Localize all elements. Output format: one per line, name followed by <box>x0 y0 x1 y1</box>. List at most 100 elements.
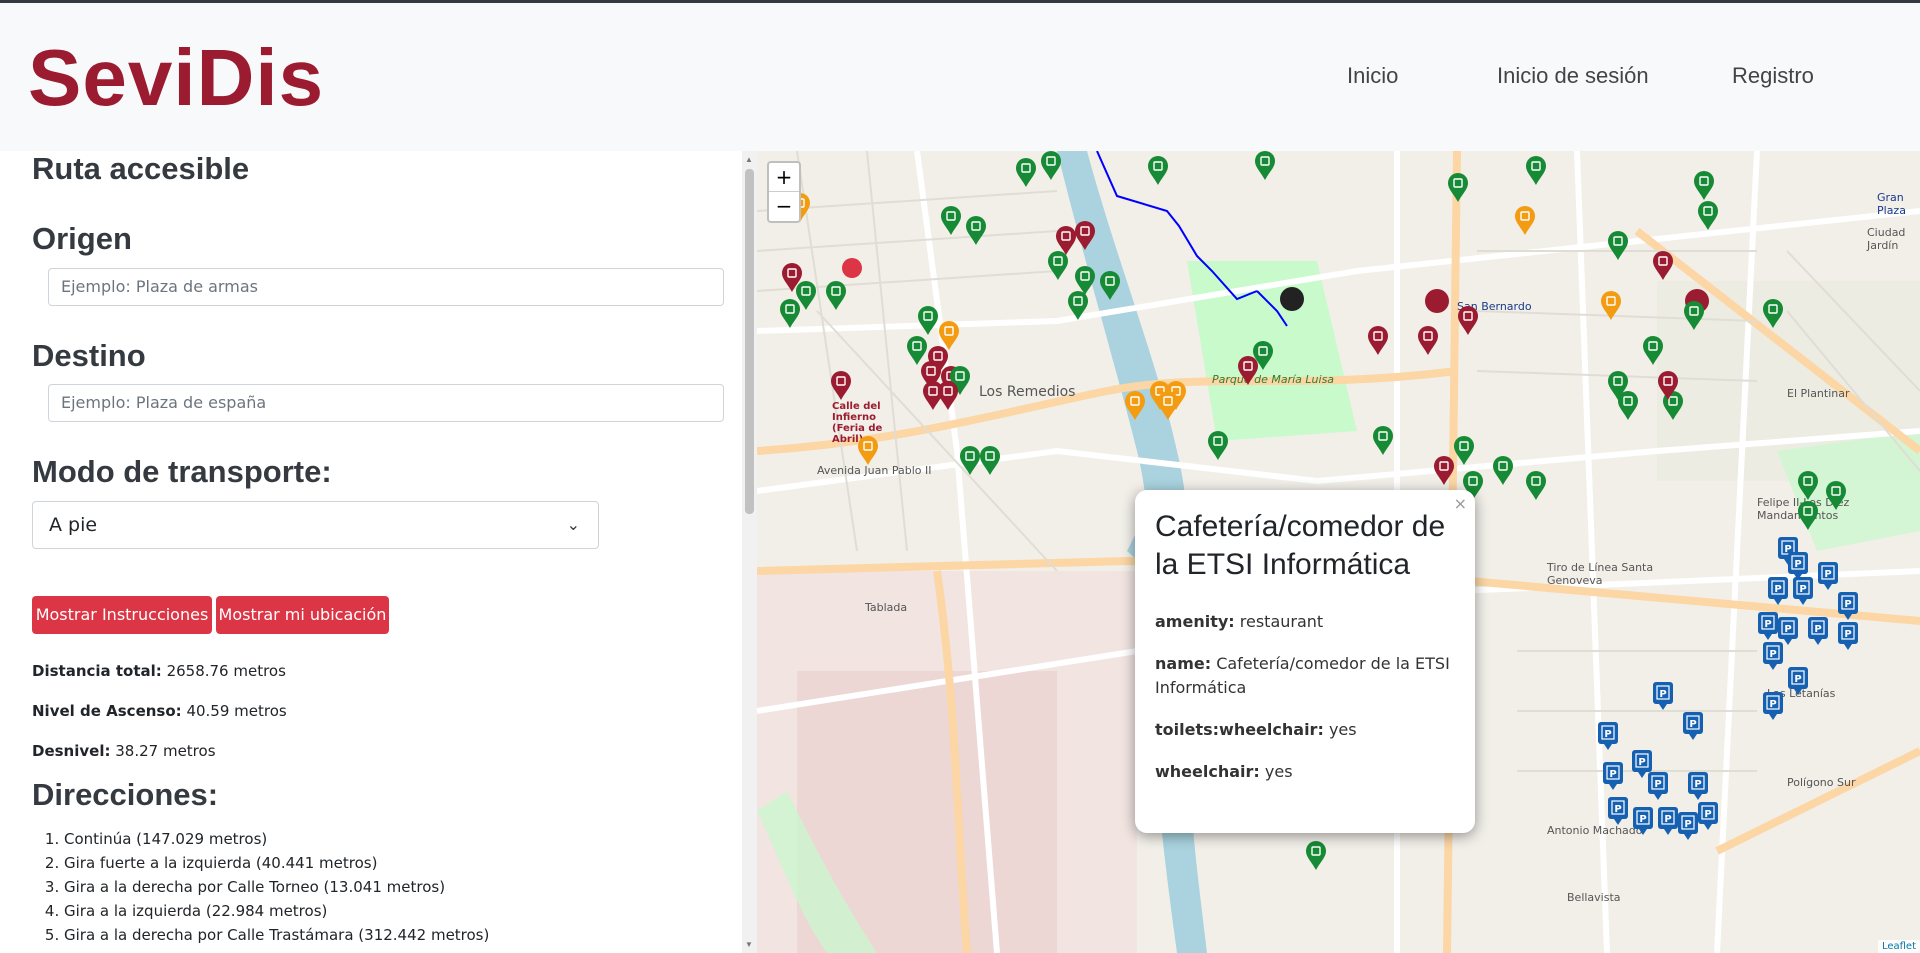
brand-logo[interactable]: SeviDis <box>28 33 324 123</box>
scroll-down-icon[interactable]: ▼ <box>745 940 753 949</box>
directions-list: Continúa (147.029 metros) Gira fuerte a … <box>64 827 489 947</box>
poi-marker-icon[interactable] <box>965 216 987 246</box>
parking-marker-icon[interactable]: P <box>1757 611 1779 641</box>
poi-marker-icon[interactable] <box>1040 151 1062 181</box>
poi-marker-icon[interactable] <box>1099 271 1121 301</box>
svg-text:P: P <box>1824 569 1831 580</box>
poi-marker-icon[interactable] <box>1525 156 1547 186</box>
parking-marker-icon[interactable]: P <box>1697 801 1719 831</box>
poi-marker-icon[interactable] <box>1514 206 1536 236</box>
parking-marker-icon[interactable]: P <box>1807 616 1829 646</box>
stat-distance-value: 2658.76 metros <box>166 662 286 680</box>
map-label: Bellavista <box>1567 891 1621 904</box>
origin-input[interactable]: Ejemplo: Plaza de armas <box>48 268 724 306</box>
poi-marker-icon[interactable] <box>1124 391 1146 421</box>
parking-marker-icon[interactable]: P <box>1597 721 1619 751</box>
poi-marker-icon[interactable] <box>937 381 959 411</box>
nav-register[interactable]: Registro <box>1732 63 1814 89</box>
parking-marker-icon[interactable]: P <box>1607 796 1629 826</box>
poi-marker-icon[interactable] <box>959 446 981 476</box>
poi-marker-icon[interactable] <box>1047 251 1069 281</box>
parking-marker-icon[interactable]: P <box>1767 576 1789 606</box>
zoom-in-button[interactable]: + <box>769 163 799 192</box>
nav-login[interactable]: Inicio de sesión <box>1497 63 1649 89</box>
poi-marker-icon[interactable] <box>1417 326 1439 356</box>
parking-marker-icon[interactable]: P <box>1657 806 1679 836</box>
poi-marker-icon[interactable] <box>1254 151 1276 181</box>
map-view[interactable]: Los Remedios Parque de María Luisa San B… <box>757 151 1920 953</box>
popup-close-button[interactable]: × <box>1454 494 1467 513</box>
zoom-out-button[interactable]: − <box>769 192 799 221</box>
poi-marker-icon[interactable] <box>1607 371 1629 401</box>
scrollbar-thumb[interactable] <box>745 169 754 514</box>
destination-input[interactable]: Ejemplo: Plaza de españa <box>48 384 724 422</box>
poi-marker-icon[interactable] <box>857 436 879 466</box>
poi-marker-icon[interactable] <box>1447 173 1469 203</box>
show-location-button[interactable]: Mostrar mi ubicación <box>216 596 389 634</box>
poi-marker-icon[interactable] <box>1525 471 1547 501</box>
poi-marker-icon[interactable] <box>1207 431 1229 461</box>
parking-marker-icon[interactable]: P <box>1687 771 1709 801</box>
parking-marker-icon[interactable]: P <box>1837 591 1859 621</box>
poi-marker-icon[interactable] <box>1457 306 1479 336</box>
parking-marker-icon[interactable]: P <box>1682 711 1704 741</box>
poi-marker-icon[interactable] <box>1607 231 1629 261</box>
parking-marker-icon[interactable]: P <box>1787 666 1809 696</box>
poi-marker-icon[interactable] <box>1600 291 1622 321</box>
parking-marker-icon[interactable]: P <box>1837 621 1859 651</box>
parking-marker-icon[interactable]: P <box>1647 771 1669 801</box>
poi-marker-icon[interactable] <box>979 446 1001 476</box>
parking-marker-icon[interactable]: P <box>1677 811 1699 841</box>
popup-field-key: name: <box>1155 654 1212 673</box>
poi-marker-icon[interactable] <box>1305 841 1327 871</box>
poi-marker-icon[interactable] <box>1453 436 1475 466</box>
poi-marker-icon[interactable] <box>1433 456 1455 486</box>
show-instructions-button[interactable]: Mostrar Instrucciones <box>32 596 212 634</box>
poi-marker-icon[interactable] <box>1697 201 1719 231</box>
poi-marker-icon[interactable] <box>1652 251 1674 281</box>
parking-marker-icon[interactable]: P <box>1632 806 1654 836</box>
poi-marker-icon[interactable] <box>1642 336 1664 366</box>
svg-text:P: P <box>1694 779 1701 790</box>
poi-marker-icon[interactable] <box>1157 391 1179 421</box>
scroll-up-icon[interactable]: ▲ <box>745 155 753 164</box>
direction-item: Continúa (147.029 metros) <box>64 827 489 851</box>
parking-marker-icon[interactable]: P <box>1652 681 1674 711</box>
parking-marker-icon[interactable]: P <box>1762 691 1784 721</box>
poi-marker-icon[interactable] <box>779 299 801 329</box>
poi-marker-icon[interactable] <box>1367 326 1389 356</box>
transport-select[interactable]: A pie ⌄ <box>32 501 599 549</box>
poi-marker-icon[interactable] <box>1683 301 1705 331</box>
poi-marker-icon[interactable] <box>1797 501 1819 531</box>
poi-marker-icon[interactable] <box>1252 341 1274 371</box>
poi-marker-icon[interactable] <box>1015 158 1037 188</box>
poi-marker-icon[interactable] <box>1825 481 1847 511</box>
poi-marker-icon[interactable] <box>1074 221 1096 251</box>
poi-marker-icon[interactable] <box>1762 299 1784 329</box>
svg-text:P: P <box>1638 757 1645 768</box>
poi-marker-icon[interactable] <box>940 206 962 236</box>
popup-field-toilets: toilets:wheelchair: yes <box>1155 718 1455 742</box>
poi-marker-icon[interactable] <box>1147 156 1169 186</box>
poi-marker-icon[interactable] <box>830 371 852 401</box>
svg-text:P: P <box>1844 629 1851 640</box>
parking-marker-icon[interactable]: P <box>1602 761 1624 791</box>
map-attribution[interactable]: Leaflet <box>1877 940 1920 953</box>
parking-marker-icon[interactable]: P <box>1792 576 1814 606</box>
svg-text:P: P <box>1689 719 1696 730</box>
poi-marker-icon[interactable] <box>1657 371 1679 401</box>
svg-text:P: P <box>1769 699 1776 710</box>
poi-marker-icon[interactable] <box>1797 471 1819 501</box>
poi-marker-icon[interactable] <box>1492 456 1514 486</box>
nav-inicio[interactable]: Inicio <box>1347 63 1398 89</box>
poi-marker-icon[interactable] <box>825 281 847 311</box>
sidebar-scrollbar[interactable]: ▲ ▼ <box>742 151 757 953</box>
poi-marker-icon[interactable] <box>917 306 939 336</box>
svg-text:P: P <box>1614 804 1621 815</box>
poi-marker-icon[interactable] <box>1693 171 1715 201</box>
stat-elevation-label: Desnivel: <box>32 742 111 760</box>
parking-marker-icon[interactable]: P <box>1762 641 1784 671</box>
poi-marker-icon[interactable] <box>1067 291 1089 321</box>
poi-marker-icon[interactable] <box>1372 426 1394 456</box>
parking-marker-icon[interactable]: P <box>1817 561 1839 591</box>
